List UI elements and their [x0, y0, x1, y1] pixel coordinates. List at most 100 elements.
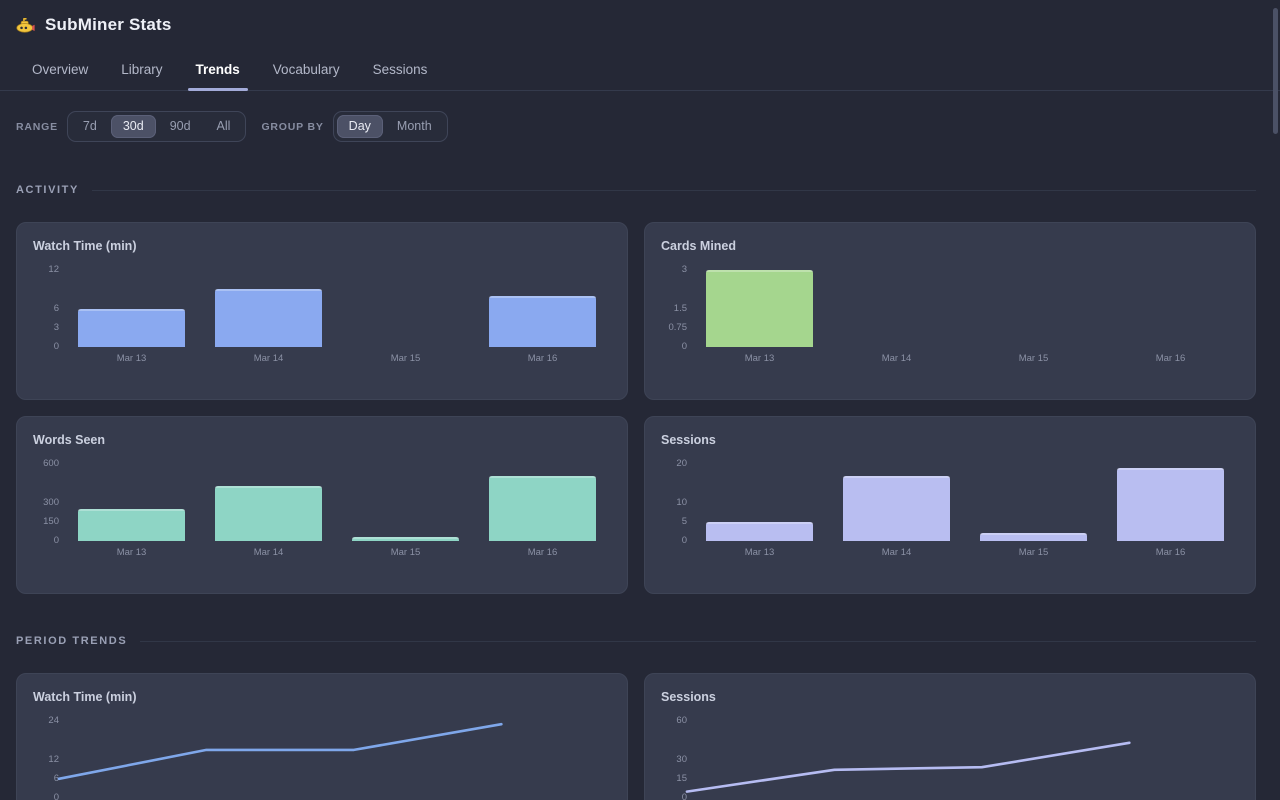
bar-column — [474, 464, 611, 541]
y-axis: 6003001500 — [33, 464, 59, 541]
group-by-option-day[interactable]: Day — [337, 115, 383, 138]
bar-column — [965, 270, 1102, 347]
bar-column — [965, 464, 1102, 541]
range-option-30d[interactable]: 30d — [111, 115, 156, 138]
bar-mar-14 — [843, 476, 950, 541]
submarine-icon — [16, 16, 35, 35]
y-axis: 201050 — [661, 464, 687, 541]
bar-column — [200, 270, 337, 347]
y-tick: 3 — [33, 322, 59, 334]
tab-library[interactable]: Library — [120, 52, 163, 90]
chart-title: Sessions — [661, 690, 1239, 704]
group-by-label: GROUP BY — [261, 121, 323, 133]
y-tick: 12 — [33, 264, 59, 276]
bar-column — [474, 270, 611, 347]
group-by-option-month[interactable]: Month — [385, 115, 444, 138]
bar-mar-15 — [980, 533, 1087, 541]
chart-area: 201050 — [661, 464, 1239, 541]
bar-mar-16 — [1117, 468, 1224, 541]
x-label: Mar 15 — [337, 547, 474, 558]
x-axis: Mar 13Mar 14Mar 15Mar 16 — [691, 353, 1239, 364]
x-label: Mar 16 — [1102, 353, 1239, 364]
range-control: 7d30d90dAll — [67, 111, 247, 142]
y-tick: 5 — [661, 516, 687, 528]
y-tick: 10 — [661, 497, 687, 509]
scrollbar-thumb[interactable] — [1273, 8, 1278, 134]
range-option-90d[interactable]: 90d — [158, 115, 203, 138]
trend-line — [33, 721, 611, 798]
bar-mar-13 — [78, 509, 185, 541]
section-divider — [92, 190, 1256, 191]
x-axis: Mar 13Mar 14Mar 15Mar 16 — [63, 353, 611, 364]
y-tick: 150 — [33, 516, 59, 528]
y-tick: 0 — [661, 341, 687, 353]
y-tick: 6 — [33, 303, 59, 315]
y-tick: 300 — [33, 497, 59, 509]
plot — [63, 464, 611, 541]
x-label: Mar 16 — [1102, 547, 1239, 558]
chart-card-sessions-bar: Sessions201050Mar 13Mar 14Mar 15Mar 16 — [644, 416, 1256, 594]
bar-column — [200, 464, 337, 541]
chart-area: 6003001500 — [33, 464, 611, 541]
y-tick: 0.75 — [661, 322, 687, 334]
x-label: Mar 16 — [474, 353, 611, 364]
y-tick: 0 — [33, 341, 59, 353]
controls-row: RANGE 7d30d90dAll GROUP BY DayMonth — [16, 111, 1256, 142]
sections: ACTIVITYWatch Time (min)12630Mar 13Mar 1… — [16, 184, 1256, 800]
chart-area: 31.50.750 — [661, 270, 1239, 347]
range-option-all[interactable]: All — [205, 115, 243, 138]
bar-column — [691, 464, 828, 541]
y-axis: 31.50.750 — [661, 270, 687, 347]
plot — [691, 464, 1239, 541]
x-axis: Mar 13Mar 14Mar 15Mar 16 — [691, 547, 1239, 558]
section-divider — [140, 641, 1256, 642]
x-label: Mar 14 — [200, 547, 337, 558]
bar-mar-14 — [215, 289, 322, 347]
section-title-period-trends: PERIOD TRENDS — [16, 635, 127, 647]
x-label: Mar 13 — [63, 547, 200, 558]
x-label: Mar 16 — [474, 547, 611, 558]
section-activity: ACTIVITYWatch Time (min)12630Mar 13Mar 1… — [16, 184, 1256, 594]
x-label: Mar 13 — [691, 547, 828, 558]
brand: SubMiner Stats — [0, 14, 1280, 36]
tab-sessions[interactable]: Sessions — [372, 52, 429, 90]
tab-trends[interactable]: Trends — [195, 52, 241, 90]
x-axis: Mar 13Mar 14Mar 15Mar 16 — [63, 547, 611, 558]
chart-area: 241260 — [33, 721, 611, 798]
x-label: Mar 15 — [965, 547, 1102, 558]
y-tick: 600 — [33, 458, 59, 470]
tab-overview[interactable]: Overview — [31, 52, 89, 90]
bar-mar-15 — [352, 537, 459, 541]
tab-vocabulary[interactable]: Vocabulary — [272, 52, 341, 90]
plot — [63, 270, 611, 347]
topbar: SubMiner Stats Overview Library Trends Voca… — [0, 0, 1280, 91]
bar-column — [1102, 464, 1239, 541]
chart-area: 12630 — [33, 270, 611, 347]
chart-title: Words Seen — [33, 433, 611, 447]
bar-column — [63, 464, 200, 541]
bar-column — [1102, 270, 1239, 347]
chart-grid: Watch Time (min)241260Mar 13Mar 14Mar 15… — [16, 673, 1256, 800]
range-option-7d[interactable]: 7d — [71, 115, 109, 138]
x-label: Mar 15 — [965, 353, 1102, 364]
bar-mar-14 — [215, 486, 322, 541]
bar-column — [828, 464, 965, 541]
range-label: RANGE — [16, 121, 58, 133]
chart-title: Cards Mined — [661, 239, 1239, 253]
y-tick: 1.5 — [661, 303, 687, 315]
chart-grid: Watch Time (min)12630Mar 13Mar 14Mar 15M… — [16, 222, 1256, 594]
chart-card-sessions-line: Sessions6030150Mar 13Mar 14Mar 15Mar 16 — [644, 673, 1256, 800]
y-axis: 12630 — [33, 270, 59, 347]
section-header: PERIOD TRENDS — [16, 635, 1256, 647]
chart-card-words-seen-bar: Words Seen 600 300 150 0 Mar 13Mar 14Mar 15Ma… — [16, 416, 628, 594]
x-label: Mar 14 — [828, 547, 965, 558]
y-tick: 0 — [33, 535, 59, 547]
y-tick: 0 — [661, 535, 687, 547]
chart-title: Watch Time (min) — [33, 239, 611, 253]
y-tick: 3 — [661, 264, 687, 276]
plot — [691, 270, 1239, 347]
chart-card-watch-time-line: Watch Time (min)241260Mar 13Mar 14Mar 15… — [16, 673, 628, 800]
range-group: RANGE 7d30d90dAll — [16, 111, 246, 142]
bar-mar-13 — [706, 522, 813, 541]
x-label: Mar 14 — [200, 353, 337, 364]
